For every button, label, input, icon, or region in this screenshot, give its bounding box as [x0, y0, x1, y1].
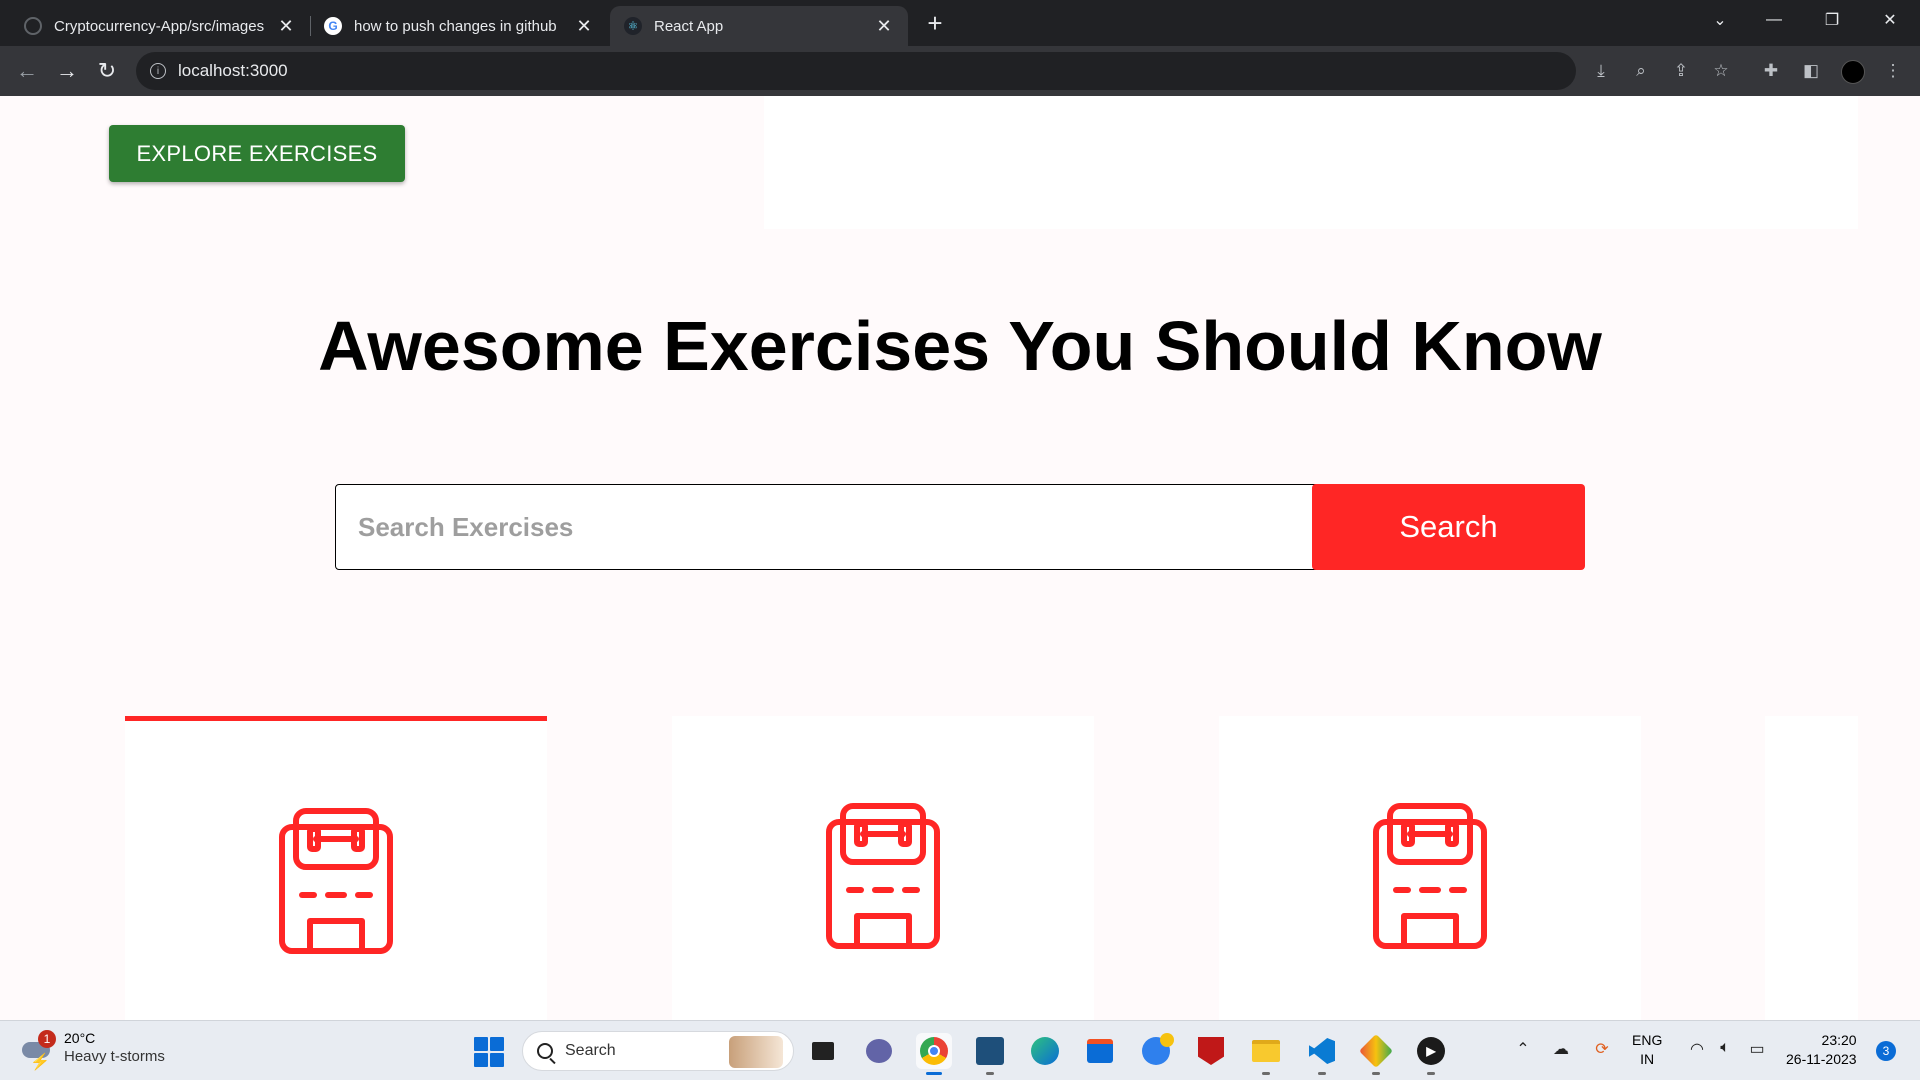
- windows-start-icon[interactable]: [474, 1037, 504, 1067]
- tab-title: React App: [654, 17, 724, 35]
- language-code: ENG: [1632, 1032, 1663, 1048]
- taskbar-search-label: Search: [565, 1042, 616, 1059]
- profile-avatar[interactable]: [1841, 60, 1865, 84]
- zoom-icon[interactable]: ⌕: [1630, 60, 1652, 82]
- file-explorer-icon[interactable]: [1248, 1033, 1284, 1075]
- close-icon[interactable]: ✕: [276, 16, 296, 37]
- edge-icon[interactable]: [1027, 1033, 1063, 1069]
- github-icon: [24, 17, 42, 35]
- new-tab-button[interactable]: +: [920, 8, 950, 39]
- minimize-button[interactable]: —: [1746, 0, 1802, 40]
- clock-time: 23:20: [1821, 1032, 1857, 1048]
- wifi-icon[interactable]: ◠: [1685, 1039, 1709, 1059]
- volume-icon[interactable]: 🔈︎: [1713, 1039, 1737, 1057]
- search-icon: [537, 1043, 553, 1059]
- address-bar[interactable]: i localhost:3000: [136, 52, 1576, 90]
- weather-temp: 20°C: [64, 1030, 96, 1046]
- install-app-icon[interactable]: ⤓: [1590, 60, 1612, 82]
- battery-icon[interactable]: ▭: [1745, 1039, 1769, 1059]
- vscode-icon[interactable]: [1304, 1033, 1340, 1075]
- extensions-icon[interactable]: ✚: [1760, 60, 1782, 82]
- taskbar-search-box[interactable]: Search: [522, 1031, 794, 1071]
- gym-icon: [1372, 800, 1488, 950]
- language-region: IN: [1640, 1051, 1655, 1067]
- body-part-card-partial[interactable]: [1765, 716, 1858, 1020]
- notification-badge[interactable]: 3: [1876, 1041, 1896, 1061]
- show-hidden-icons-chevron-icon[interactable]: ⌃: [1511, 1039, 1535, 1059]
- tab-title: how to push changes in github: [354, 17, 557, 35]
- site-info-icon[interactable]: i: [150, 63, 166, 79]
- task-view-icon[interactable]: [805, 1033, 841, 1069]
- gym-icon: [825, 800, 941, 950]
- media-player-icon[interactable]: ▶: [1413, 1033, 1449, 1075]
- sync-icon[interactable]: ⟳: [1590, 1039, 1614, 1059]
- weather-badge: 1: [38, 1030, 56, 1048]
- weather-widget[interactable]: ⚡ 1 20°C Heavy t-storms: [20, 1029, 165, 1071]
- back-arrow-icon[interactable]: ←: [12, 56, 42, 86]
- get-help-icon[interactable]: [1138, 1033, 1174, 1069]
- tab-react-app[interactable]: ⚛ React App ✕: [610, 6, 908, 46]
- system-clock[interactable]: 23:20 26-11-2023: [1786, 1031, 1857, 1069]
- weather-condition: Heavy t-storms: [64, 1048, 165, 1065]
- sql-workbench-icon[interactable]: [972, 1033, 1008, 1075]
- close-icon[interactable]: ✕: [874, 16, 894, 37]
- search-button[interactable]: Search: [1312, 484, 1585, 570]
- page-title: Awesome Exercises You Should Know: [318, 307, 1602, 385]
- tab-github[interactable]: Cryptocurrency-App/src/images ✕: [10, 6, 310, 46]
- thunderstorm-icon: ⚡ 1: [20, 1030, 56, 1071]
- browser-tab-strip: Cryptocurrency-App/src/images ✕ G how to…: [0, 0, 1920, 46]
- close-icon[interactable]: ✕: [574, 16, 594, 37]
- body-part-carousel: [0, 716, 1920, 1020]
- hero-banner-image: [764, 96, 1858, 229]
- share-icon[interactable]: ⇪: [1670, 60, 1692, 82]
- git-tool-icon[interactable]: [1358, 1033, 1394, 1075]
- explore-exercises-button[interactable]: EXPLORE EXERCISES: [109, 125, 405, 182]
- tab-search-chevron-icon[interactable]: ⌄: [1692, 0, 1748, 40]
- menu-kebab-icon[interactable]: ⋮: [1882, 60, 1904, 82]
- restore-button[interactable]: ❐: [1804, 0, 1860, 40]
- search-highlight-image: [729, 1036, 783, 1068]
- reload-icon[interactable]: ↻: [92, 56, 122, 86]
- side-panel-icon[interactable]: ◧: [1800, 60, 1822, 82]
- onedrive-offline-icon[interactable]: ☁: [1549, 1039, 1573, 1059]
- clock-date: 26-11-2023: [1786, 1051, 1857, 1067]
- windows-taskbar: ⚡ 1 20°C Heavy t-storms Search ▶ ⌃ ☁ ⟳ E…: [0, 1020, 1920, 1080]
- react-icon: ⚛: [624, 17, 642, 35]
- bookmark-star-icon[interactable]: ☆: [1710, 60, 1732, 82]
- page-content: EXPLORE EXERCISES Awesome Exercises You …: [0, 96, 1920, 1020]
- close-window-button[interactable]: ✕: [1862, 0, 1918, 40]
- address-text: localhost:3000: [178, 61, 288, 80]
- gym-icon: [278, 805, 394, 955]
- tab-google[interactable]: G how to push changes in github ✕: [310, 6, 608, 46]
- microsoft-store-icon[interactable]: [1082, 1033, 1118, 1069]
- body-part-card[interactable]: [672, 716, 1094, 1020]
- body-part-card[interactable]: [1219, 716, 1641, 1020]
- chrome-icon[interactable]: [916, 1033, 952, 1075]
- browser-toolbar: ← → ↻ i localhost:3000 ⤓ ⌕ ⇪ ☆ ✚ ◧ ⋮: [0, 46, 1920, 96]
- language-indicator[interactable]: ENG IN: [1632, 1031, 1662, 1069]
- tab-title: Cryptocurrency-App/src/images: [54, 17, 265, 35]
- mcafee-icon[interactable]: [1193, 1033, 1229, 1069]
- forward-arrow-icon[interactable]: →: [52, 56, 82, 86]
- body-part-card[interactable]: [125, 716, 547, 1020]
- search-input[interactable]: [335, 484, 1325, 570]
- teams-chat-icon[interactable]: [861, 1033, 897, 1069]
- google-icon: G: [324, 17, 342, 35]
- exercise-search-bar: Search: [335, 484, 1585, 570]
